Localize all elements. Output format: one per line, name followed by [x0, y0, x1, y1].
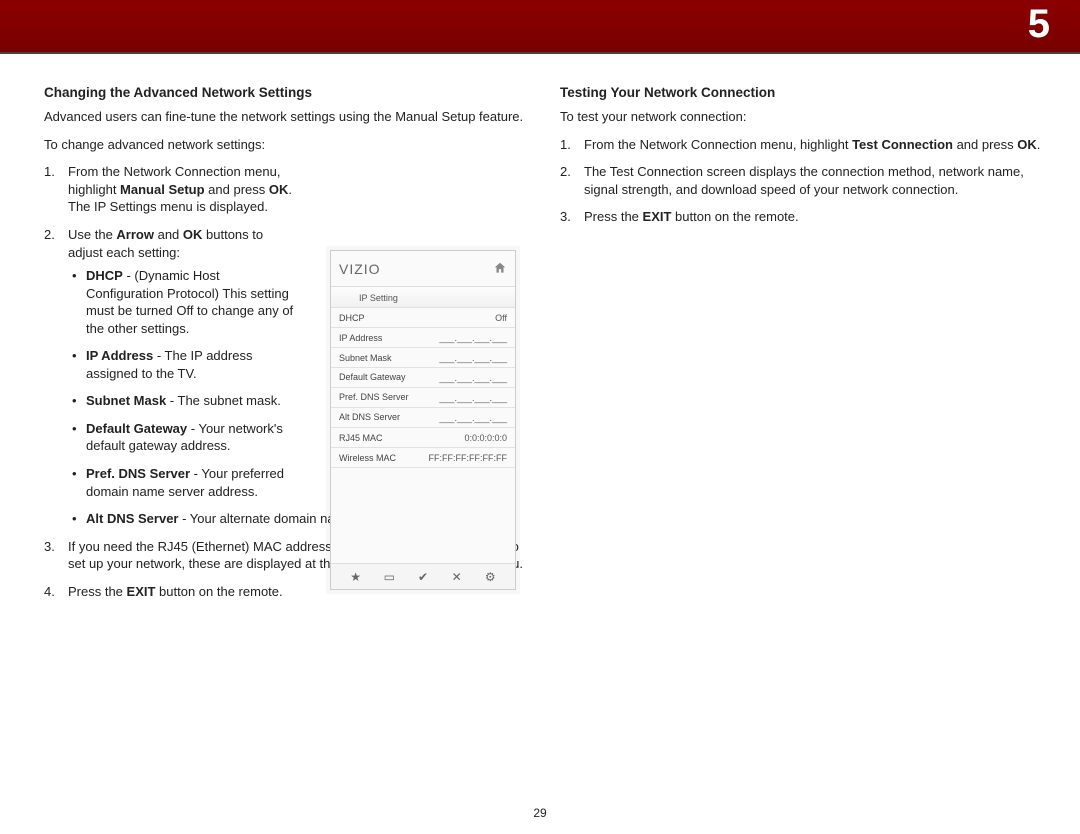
- t: The Test Connection screen displays the …: [584, 164, 1024, 197]
- t: Default Gateway: [86, 421, 187, 436]
- t: and press: [205, 182, 269, 197]
- t: and: [154, 227, 183, 242]
- t: Arrow: [116, 227, 154, 242]
- t: Alt DNS Server: [86, 511, 178, 526]
- right-column: Testing Your Network Connection To test …: [560, 84, 1050, 236]
- t: Off: [495, 313, 507, 323]
- home-icon: [493, 261, 507, 275]
- bullet-ip: IP Address - The IP address assigned to …: [68, 347, 298, 382]
- t: EXIT: [127, 584, 156, 599]
- t: IP Address: [86, 348, 153, 363]
- ip-settings-screenshot: VIZIO IP Setting DHCP Off IP Address ___._…: [330, 250, 516, 590]
- t: Subnet Mask: [86, 393, 166, 408]
- t: Test Connection: [852, 137, 953, 152]
- close-icon: ✕: [448, 570, 466, 584]
- ip-header: VIZIO: [331, 251, 515, 287]
- t: and press: [953, 137, 1017, 152]
- settings-bullets: DHCP - (Dynamic Host Configuration Proto…: [68, 267, 298, 528]
- t: .: [1037, 137, 1041, 152]
- row-wmac: Wireless MAC FF:FF:FF:FF:FF:FF: [331, 448, 515, 468]
- page-header: 5: [0, 0, 1080, 52]
- t: DHCP: [86, 268, 123, 283]
- bullet-pdns: Pref. DNS Server - Your preferred domain…: [68, 465, 298, 500]
- t: RJ45 MAC: [339, 433, 383, 443]
- left-lead: To change advanced network settings:: [44, 136, 534, 154]
- t: ___.___.___.___: [439, 333, 507, 343]
- t: OK: [1017, 137, 1037, 152]
- page-number: 29: [0, 806, 1080, 820]
- t: button on the remote.: [671, 209, 798, 224]
- row-pdns: Pref. DNS Server ___.___.___.___: [331, 388, 515, 408]
- t: ___.___.___.___: [439, 413, 507, 423]
- t: Pref. DNS Server: [86, 466, 190, 481]
- bullet-dhcp: DHCP - (Dynamic Host Configuration Proto…: [68, 267, 298, 337]
- right-lead: To test your network connection:: [560, 108, 1050, 126]
- t: ___.___.___.___: [439, 393, 507, 403]
- t: Subnet Mask: [339, 353, 392, 363]
- box-icon: ▭: [380, 570, 398, 584]
- t: ___.___.___.___: [439, 373, 507, 383]
- page-content: Changing the Advanced Network Settings A…: [0, 54, 1080, 84]
- row-gw: Default Gateway ___.___.___.___: [331, 368, 515, 388]
- t: EXIT: [643, 209, 672, 224]
- row-rj45: RJ45 MAC 0:0:0:0:0:0: [331, 428, 515, 448]
- t: FF:FF:FF:FF:FF:FF: [429, 453, 507, 463]
- t: Use the: [68, 227, 116, 242]
- row-dhcp: DHCP Off: [331, 308, 515, 328]
- t: - The subnet mask.: [166, 393, 281, 408]
- chapter-number: 5: [1028, 2, 1050, 47]
- right-steps: 1. From the Network Connection menu, hig…: [560, 136, 1050, 226]
- row-ip: IP Address ___.___.___.___: [331, 328, 515, 348]
- t: button on the remote.: [155, 584, 282, 599]
- row-mask: Subnet Mask ___.___.___.___: [331, 348, 515, 368]
- left-heading: Changing the Advanced Network Settings: [44, 84, 534, 102]
- t: Manual Setup: [120, 182, 205, 197]
- right-heading: Testing Your Network Connection: [560, 84, 1050, 102]
- step-2: 2. Use the Arrow and OK buttons to adjus…: [44, 226, 298, 528]
- brand-logo: VIZIO: [339, 261, 381, 277]
- t: 0:0:0:0:0:0: [464, 433, 507, 443]
- ip-title: IP Setting: [331, 287, 515, 308]
- t: IP Address: [339, 333, 382, 343]
- t: OK: [269, 182, 289, 197]
- t: Press the: [584, 209, 643, 224]
- t: Default Gateway: [339, 373, 406, 383]
- rstep-3: 3. Press the EXIT button on the remote.: [560, 208, 1050, 226]
- step-1: 1. From the Network Connection menu, hig…: [44, 163, 298, 216]
- left-intro: Advanced users can fine-tune the network…: [44, 108, 534, 126]
- t: ___.___.___.___: [439, 353, 507, 363]
- t: Alt DNS Server: [339, 413, 400, 423]
- bullet-gateway: Default Gateway - Your network's default…: [68, 420, 298, 455]
- t: Wireless MAC: [339, 453, 396, 463]
- t: DHCP: [339, 313, 365, 323]
- rstep-2: 2.The Test Connection screen displays th…: [560, 163, 1050, 198]
- gear-icon: ⚙: [481, 570, 499, 584]
- ip-footer: ★ ▭ ✔ ✕ ⚙: [331, 563, 515, 589]
- t: OK: [183, 227, 203, 242]
- star-icon: ★: [347, 570, 365, 584]
- t: Pref. DNS Server: [339, 393, 409, 403]
- bullet-mask: Subnet Mask - The subnet mask.: [68, 392, 298, 410]
- check-icon: ✔: [414, 570, 432, 584]
- t: Press the: [68, 584, 127, 599]
- row-adns: Alt DNS Server ___.___.___.___: [331, 408, 515, 428]
- t: From the Network Connection menu, highli…: [584, 137, 852, 152]
- rstep-1: 1. From the Network Connection menu, hig…: [560, 136, 1050, 154]
